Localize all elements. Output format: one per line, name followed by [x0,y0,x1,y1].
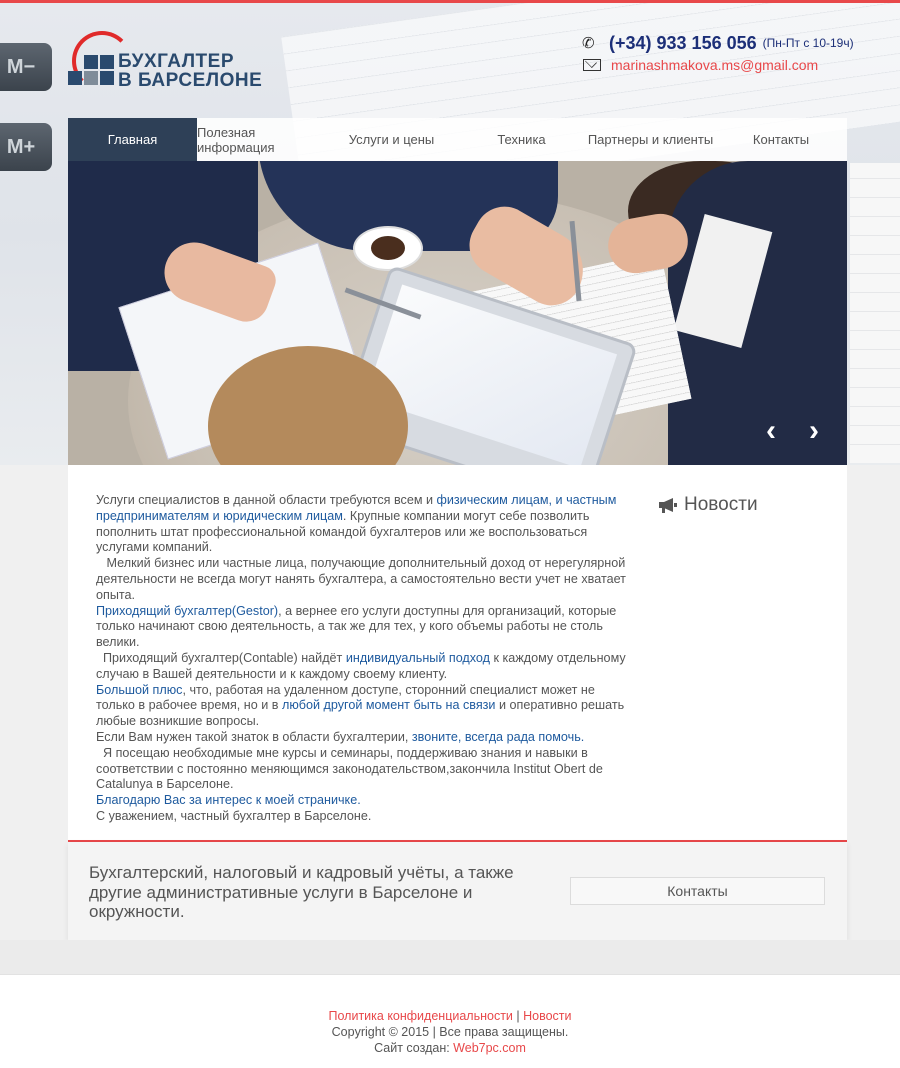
nav-item-services[interactable]: Услуги и цены [326,118,457,161]
paragraph: Если Вам нужен такой знаток в области бу… [96,729,585,744]
footer: Политика конфиденциальности | Новости Co… [0,974,900,1068]
hero-slider: ‹ › [68,161,847,465]
background-paper [850,163,900,463]
content-card: Услуги специалистов в данной области тре… [68,465,847,841]
phone-number[interactable]: (+34) 933 156 056 [609,33,757,54]
news-heading[interactable]: Новости [658,494,758,516]
chevron-left-icon[interactable]: ‹ [756,414,786,447]
copyright: Copyright © 2015 | Все права защищены. [331,1025,569,1039]
nav-item-home[interactable]: Главная [68,118,197,161]
envelope-icon [583,59,601,71]
paragraph: Приходящий бухгалтер(Contable) найдёт ин… [96,650,630,681]
slide-coffee-cup [353,226,423,271]
footer-spacer [0,940,900,974]
email-link[interactable]: marinashmakova.ms@gmail.com [611,57,818,73]
nav-item-equipment[interactable]: Техника [457,118,586,161]
phone-icon: ✆ [582,35,595,52]
phone-hours: (Пн-Пт с 10-19ч) [762,36,854,50]
chevron-right-icon[interactable]: › [799,414,829,447]
calculator-key: M− [0,43,52,91]
paragraph: Благодарю Вас за интерес к моей страничк… [96,793,628,809]
email-row: marinashmakova.ms@gmail.com [582,54,882,76]
text-link[interactable]: звоните, всегда рада помочь. [412,730,584,744]
text-link[interactable]: индивидуальный подход [346,651,490,665]
nav-item-useful-info[interactable]: Полезная информация [197,118,326,161]
text-link[interactable]: Большой плюс [96,683,182,697]
privacy-policy-link[interactable]: Политика конфиденциальности [329,1009,513,1023]
main-text: Услуги специалистов в данной области тре… [96,493,628,825]
nav-item-contacts[interactable]: Контакты [715,118,847,161]
logo-squares [66,55,118,87]
paragraph: Приходящий бухгалтер(Gestor), а вернее е… [96,603,617,650]
header-contacts: ✆ (+34) 933 156 056 (Пн-Пт с 10-19ч) mar… [582,32,882,76]
background-calculator: M− M+ [0,43,60,183]
contacts-button[interactable]: Контакты [570,877,825,905]
developer-link[interactable]: Web7pc.com [453,1041,526,1055]
site-logo[interactable]: БУХГАЛТЕР В БАРСЕЛОНЕ [66,31,276,91]
megaphone-icon [659,498,677,513]
calculator-key: M+ [0,123,52,171]
footer-news-link[interactable]: Новости [523,1009,571,1023]
paragraph: Услуги специалистов в данной области тре… [96,493,617,555]
news-title: Новости [684,494,758,515]
paragraph: Мелкий бизнес или частные лица, получающ… [96,556,630,602]
made-by: Сайт создан: Web7pc.com [374,1041,526,1055]
nav-item-partners[interactable]: Партнеры и клиенты [586,118,715,161]
footer-links: Политика конфиденциальности | Новости [328,1009,572,1023]
cta-text: Бухгалтерский, налоговый и кадровый учёт… [89,863,514,921]
phone-row: ✆ (+34) 933 156 056 (Пн-Пт с 10-19ч) [582,32,882,54]
paragraph: Большой плюс, что, работая на удаленном … [96,682,625,729]
text-link[interactable]: Приходящий бухгалтер(Gestor) [96,604,278,618]
paragraph: Я посещаю необходимые мне курсы и семина… [96,745,607,792]
cta-section: Бухгалтерский, налоговый и кадровый учёт… [68,842,847,940]
main-nav: Главная Полезная информация Услуги и цен… [68,118,847,161]
text-link[interactable]: Благодарю Вас за интерес к моей страничк… [96,793,361,807]
logo-subtitle: В БАРСЕЛОНЕ [118,70,263,91]
paragraph: С уважением, частный бухгалтер в Барсело… [96,808,372,823]
text-link[interactable]: любой другой момент быть на связи [282,698,495,712]
